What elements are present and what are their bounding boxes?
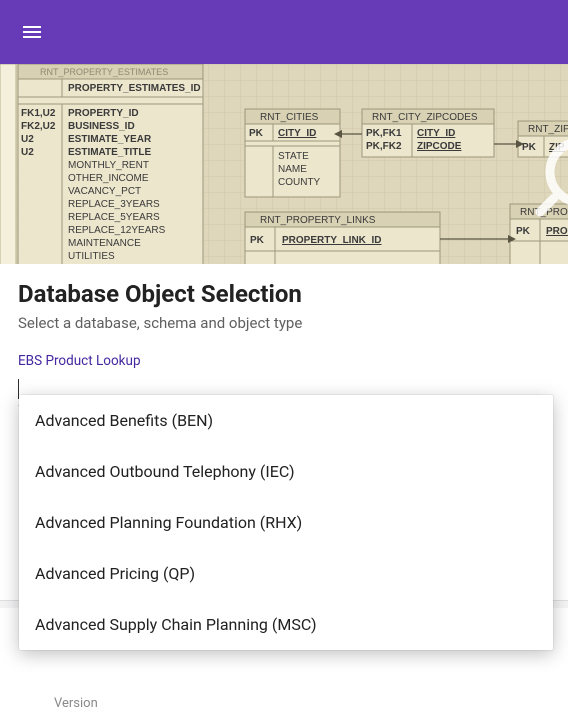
svg-text:REPLACE_12YEARS: REPLACE_12YEARS: [68, 225, 166, 236]
dropdown-item[interactable]: Advanced Benefits (BEN): [19, 395, 553, 446]
svg-text:PK: PK: [249, 128, 264, 139]
svg-text:PROPERTY_LINK_ID: PROPERTY_LINK_ID: [282, 235, 381, 246]
table-rnt-city-zipcodes: RNT_CITY_ZIPCODES PK,FK1 CITY_ID PK,FK2 …: [362, 109, 494, 157]
svg-text:FK1,U2: FK1,U2: [21, 108, 56, 119]
svg-text:FK2,U2: FK2,U2: [21, 121, 56, 132]
menu-button[interactable]: [8, 8, 56, 56]
selection-card: Database Object Selection Select a datab…: [0, 264, 568, 414]
svg-text:COUNTY: COUNTY: [278, 177, 321, 188]
app-bar: [0, 0, 568, 64]
page-title: Database Object Selection: [18, 280, 550, 308]
svg-text:VACANCY_PCT: VACANCY_PCT: [68, 186, 141, 197]
svg-text:ZIPCODE: ZIPCODE: [417, 141, 462, 152]
page-subtitle: Select a database, schema and object typ…: [18, 314, 550, 332]
schema-diagram-hero: RNT_PROPERTY_ESTIMATES PROPERTY_ESTIMATE…: [0, 64, 568, 264]
dropdown-item[interactable]: Advanced Planning Foundation (RHX): [19, 497, 553, 548]
svg-text:RNT_PROPERTY_LINKS: RNT_PROPERTY_LINKS: [260, 215, 376, 226]
ebs-lookup-link[interactable]: EBS Product Lookup: [18, 353, 141, 369]
er-diagram: RNT_PROPERTY_ESTIMATES PROPERTY_ESTIMATE…: [0, 64, 568, 264]
table-rnt-cities: RNT_CITIES PK CITY_ID STATE NAME COUNTY: [245, 109, 340, 197]
svg-text:ESTIMATE_TITLE: ESTIMATE_TITLE: [68, 147, 151, 158]
table-rnt-property-estimates: RNT_PROPERTY_ESTIMATES PROPERTY_ESTIMATE…: [18, 64, 203, 264]
version-label: Version: [54, 696, 98, 711]
svg-text:RNT_ZIP: RNT_ZIP: [528, 124, 568, 135]
svg-text:ESTIMATE_YEAR: ESTIMATE_YEAR: [68, 134, 152, 145]
svg-text:REPLACE_5YEARS: REPLACE_5YEARS: [68, 212, 160, 223]
svg-text:PK: PK: [250, 235, 265, 246]
autocomplete-dropdown[interactable]: Advanced Benefits (BEN) Advanced Outboun…: [19, 395, 553, 650]
table-rnt-property-links: RNT_PROPERTY_LINKS PK PROPERTY_LINK_ID: [245, 212, 440, 264]
svg-text:BUSINESS_ID: BUSINESS_ID: [68, 121, 135, 132]
svg-text:PROPERTY_ESTIMATES_ID: PROPERTY_ESTIMATES_ID: [68, 83, 201, 94]
dropdown-item[interactable]: Advanced Outbound Telephony (IEC): [19, 446, 553, 497]
svg-text:MAINTENANCE: MAINTENANCE: [68, 238, 141, 249]
svg-text:PROPER: PROPER: [546, 226, 568, 237]
svg-text:PK: PK: [516, 226, 531, 237]
svg-text:PK: PK: [522, 142, 537, 153]
svg-text:PROPERTY_ID: PROPERTY_ID: [68, 108, 139, 119]
table-title: RNT_PROPERTY_ESTIMATES: [40, 67, 168, 77]
svg-text:PK,FK2: PK,FK2: [366, 141, 402, 152]
dropdown-item[interactable]: Advanced Pricing (QP): [19, 548, 553, 599]
svg-text:RNT_CITIES: RNT_CITIES: [260, 112, 319, 123]
svg-text:NAME: NAME: [278, 164, 307, 175]
svg-text:STATE: STATE: [278, 151, 309, 162]
svg-text:CITY_ID: CITY_ID: [417, 128, 455, 139]
svg-text:CITY_ID: CITY_ID: [278, 128, 316, 139]
svg-text:UTILITIES: UTILITIES: [68, 251, 115, 262]
svg-text:OTHER_INCOME: OTHER_INCOME: [68, 173, 149, 184]
dropdown-item[interactable]: Advanced Supply Chain Planning (MSC): [19, 599, 553, 650]
svg-text:REPLACE_3YEARS: REPLACE_3YEARS: [68, 199, 160, 210]
svg-text:MONTHLY_RENT: MONTHLY_RENT: [68, 160, 149, 171]
svg-text:U2: U2: [21, 147, 34, 158]
svg-text:U2: U2: [21, 134, 34, 145]
svg-text:PK,FK1: PK,FK1: [366, 128, 402, 139]
hamburger-icon: [20, 20, 44, 44]
svg-text:RNT_CITY_ZIPCODES: RNT_CITY_ZIPCODES: [372, 112, 478, 123]
